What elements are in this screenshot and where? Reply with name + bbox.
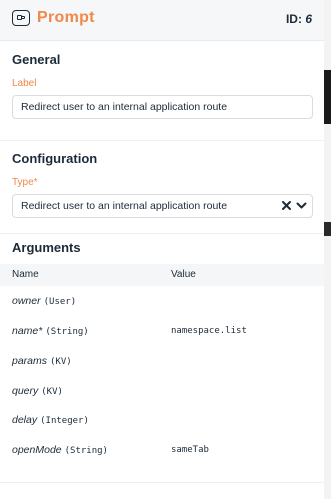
canvas-node-edge — [324, 222, 331, 236]
type-select-value: Redirect user to an internal application… — [21, 200, 228, 212]
argument-name-text: delay — [12, 414, 38, 426]
argument-row-params[interactable]: params (KV) — [0, 347, 324, 377]
block-id: ID: 6 — [286, 12, 312, 26]
argument-name-text: params — [12, 355, 48, 367]
panel-title: Prompt — [37, 9, 95, 26]
configuration-section-title: Configuration — [12, 151, 98, 166]
argument-type: (User) — [43, 297, 77, 307]
argument-name-text: name* — [12, 325, 43, 337]
label-input[interactable]: Redirect user to an internal application… — [12, 95, 313, 119]
argument-row-openmode[interactable]: openMode (String) sameTab — [0, 436, 324, 466]
argument-value: sameTab — [171, 445, 209, 455]
arguments-table-header: Name Value — [0, 264, 324, 286]
section-divider — [0, 233, 324, 234]
argument-row-delay[interactable]: delay (Integer) — [0, 406, 324, 436]
canvas-node-edge — [324, 70, 331, 124]
argument-type: (KV) — [41, 387, 63, 397]
block-id-label: ID: — [285, 12, 302, 26]
type-select[interactable]: Redirect user to an internal application… — [12, 194, 313, 218]
argument-row-owner[interactable]: owner (User) — [0, 287, 324, 317]
prompt-icon — [12, 10, 30, 26]
argument-type: (KV) — [50, 357, 72, 367]
argument-name: name* (String) — [12, 325, 89, 337]
argument-type: (String) — [64, 446, 108, 456]
section-divider — [0, 482, 324, 483]
column-header-value: Value — [171, 269, 196, 280]
prompt-properties-panel: Prompt ID: 6 General Label Redirect user… — [0, 0, 325, 499]
argument-name: query (KV) — [12, 385, 63, 397]
argument-name: params (KV) — [12, 355, 72, 367]
argument-name: delay (Integer) — [12, 414, 89, 426]
arguments-section-title: Arguments — [12, 240, 81, 255]
general-section-title: General — [12, 52, 61, 67]
argument-name-text: owner — [12, 295, 41, 307]
argument-type: (Integer) — [40, 416, 89, 426]
argument-name-text: openMode — [12, 444, 62, 456]
label-field-label: Label — [12, 78, 37, 89]
argument-name-text: query — [12, 385, 39, 397]
section-divider — [0, 140, 324, 141]
block-id-value: 6 — [305, 12, 312, 26]
argument-name: openMode (String) — [12, 444, 108, 456]
chevron-down-icon[interactable] — [296, 200, 307, 211]
argument-type: (String) — [45, 327, 89, 337]
argument-row-query[interactable]: query (KV) — [0, 377, 324, 407]
argument-value: namespace.list — [171, 326, 247, 336]
argument-name: owner (User) — [12, 295, 76, 307]
close-icon[interactable] — [281, 200, 292, 211]
column-header-name: Name — [12, 269, 39, 280]
argument-row-name[interactable]: name* (String) namespace.list — [0, 317, 324, 347]
panel-header: Prompt ID: 6 — [0, 0, 324, 41]
type-field-label: Type* — [12, 177, 38, 188]
